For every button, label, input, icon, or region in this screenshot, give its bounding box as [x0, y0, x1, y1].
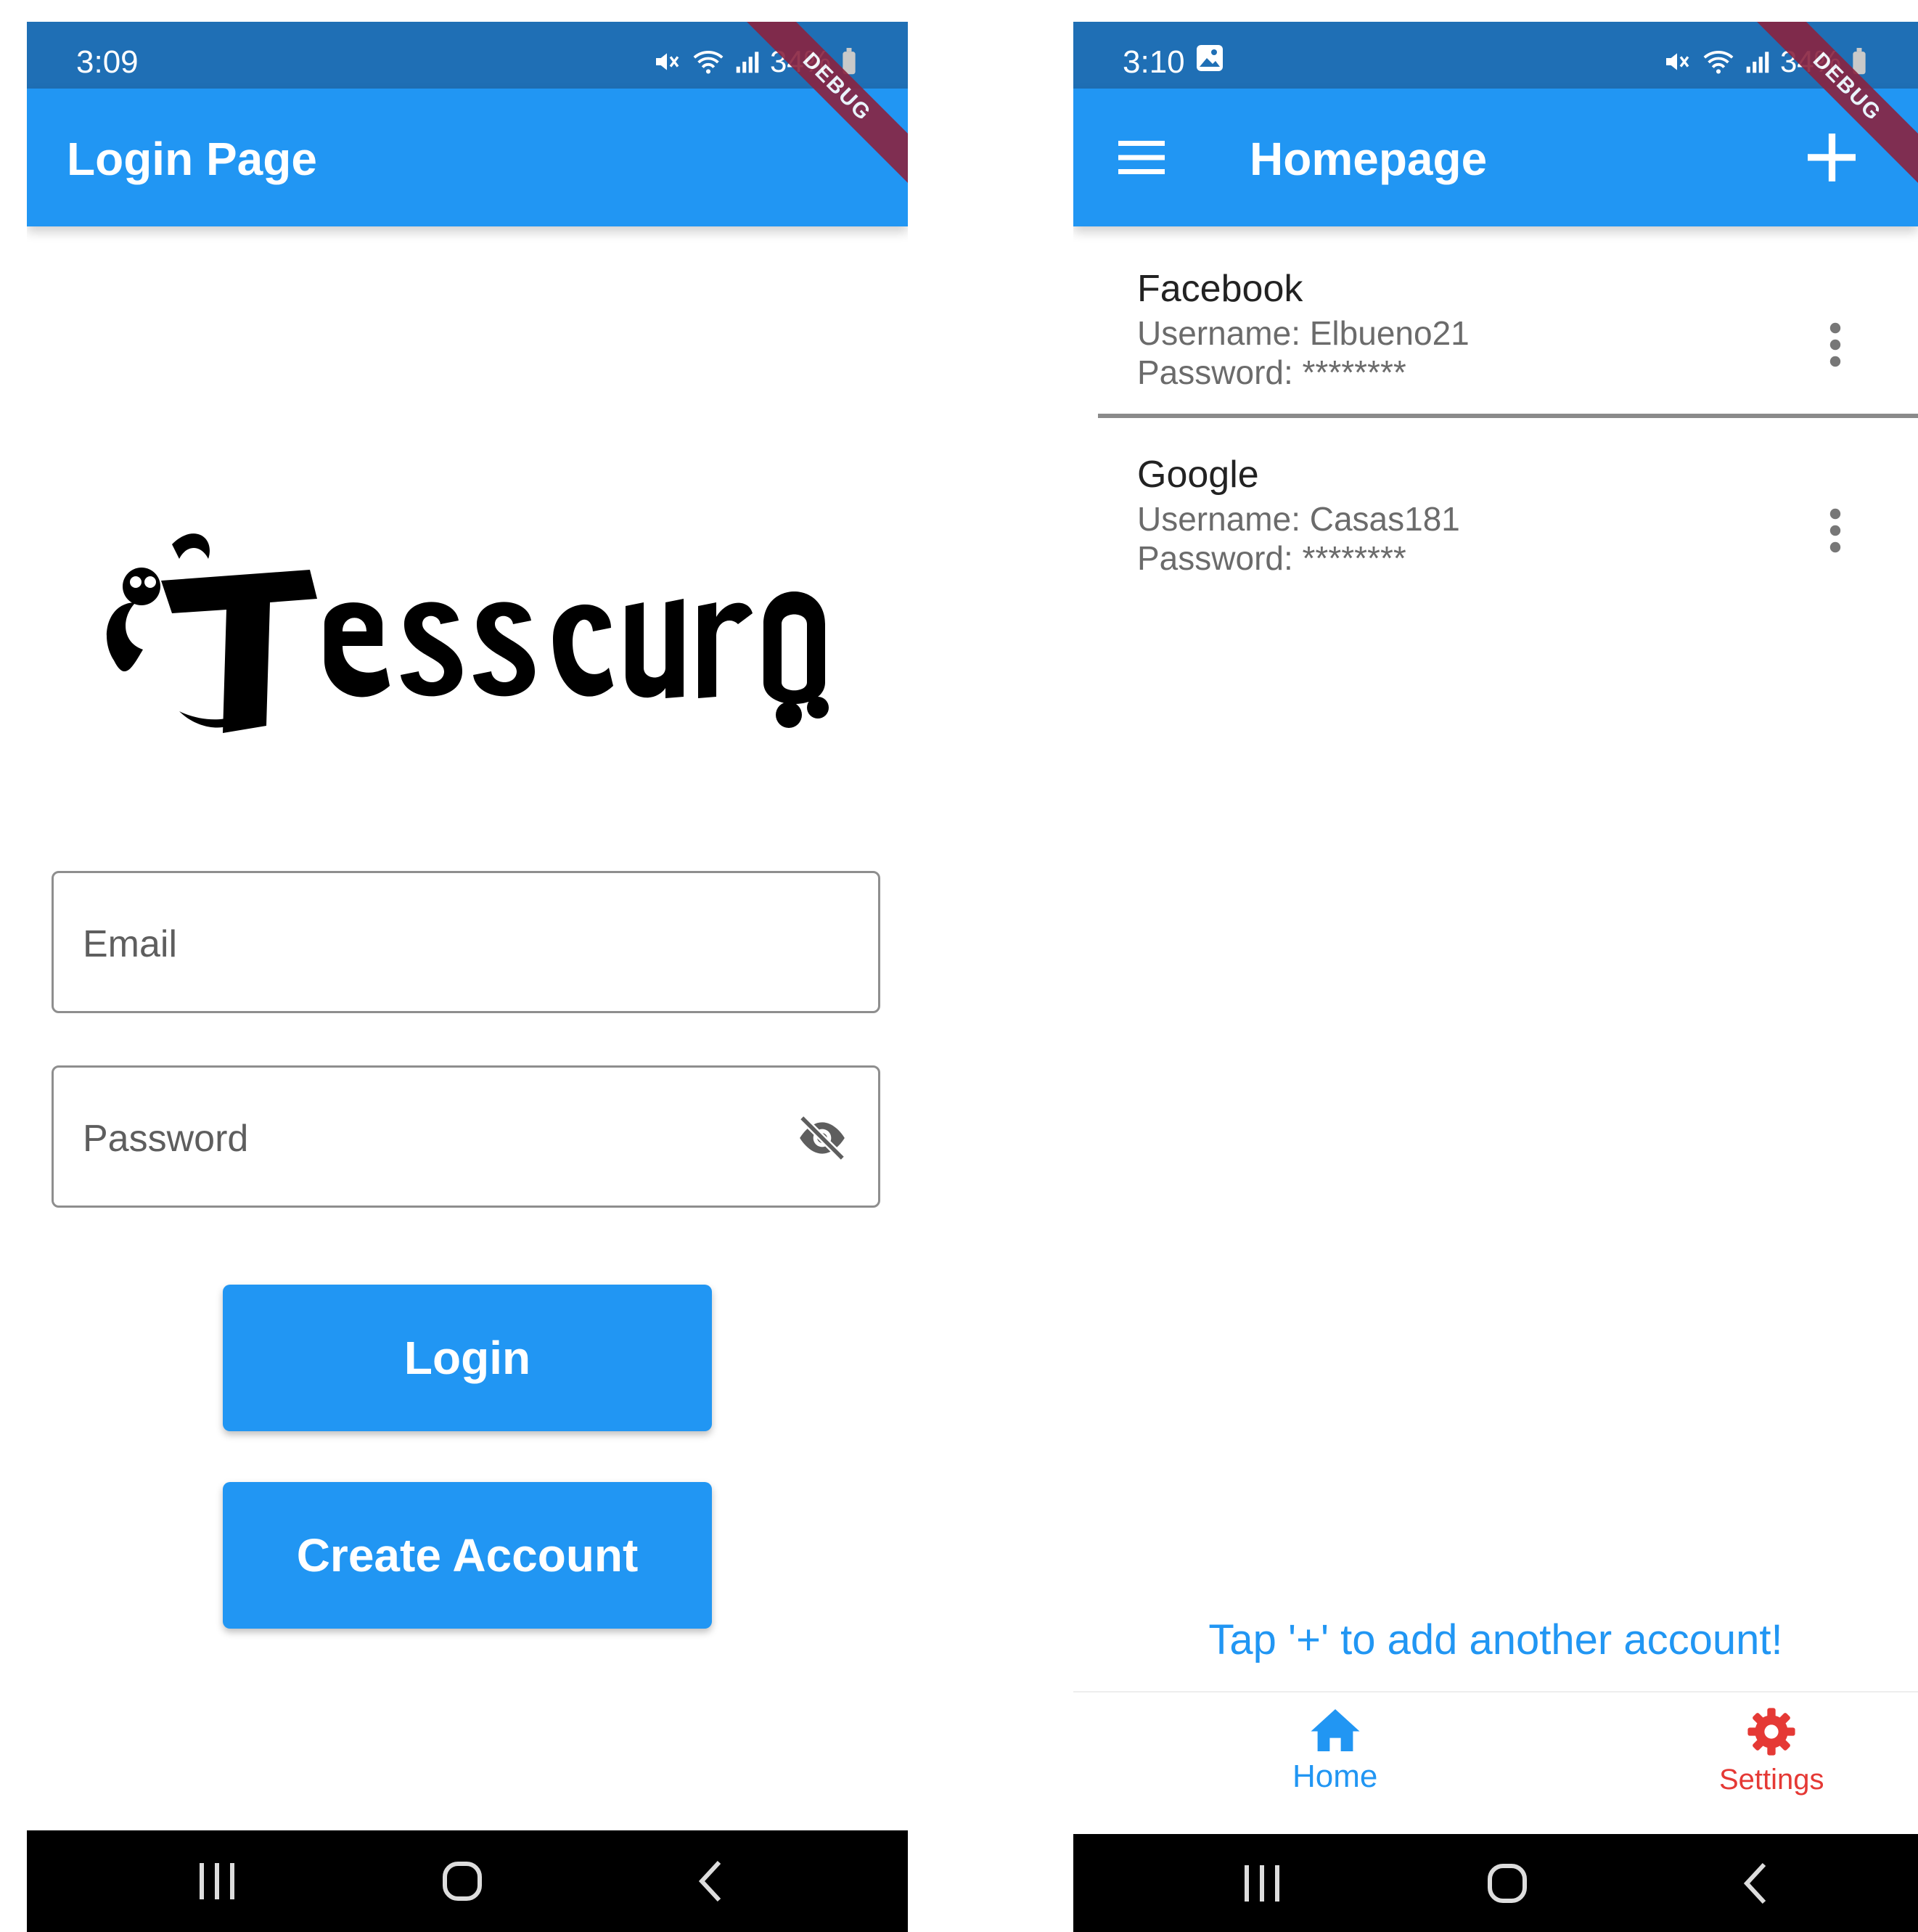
- email-field[interactable]: Email: [52, 871, 880, 1013]
- more-vert-icon: [1829, 322, 1841, 367]
- mute-icon: [655, 53, 679, 70]
- home-screen: 3:10 34% Homepage DEBUG Facebook Usernam…: [1073, 22, 1918, 1932]
- nav-settings-label: Settings: [1719, 1764, 1824, 1796]
- add-account-hint: Tap '+' to add another account!: [1208, 1616, 1783, 1663]
- account-entry[interactable]: Facebook Username: Elbueno21 Password: *…: [1073, 247, 1918, 432]
- recents-icon[interactable]: [1242, 1865, 1282, 1902]
- entry-divider: [1098, 414, 1918, 418]
- signal-icon: [736, 52, 759, 73]
- system-nav-bar: [27, 1830, 908, 1932]
- bottom-navigation: Home Settings: [1073, 1691, 1918, 1830]
- signal-icon: [1746, 52, 1769, 73]
- mute-icon: [1665, 53, 1689, 70]
- page-title: Homepage: [1250, 133, 1488, 185]
- home-nav-icon[interactable]: [442, 1861, 483, 1902]
- nav-home-label: Home: [1292, 1759, 1378, 1794]
- wifi-icon: [1703, 51, 1734, 74]
- status-bar: 3:09 34%: [27, 22, 908, 89]
- status-icons: 34%: [1663, 44, 1867, 80]
- status-time: 3:10: [1123, 44, 1185, 80]
- image-notification-icon: [1197, 45, 1223, 71]
- email-placeholder: Email: [83, 923, 178, 965]
- system-nav-bar: [1073, 1834, 1918, 1932]
- account-password: Password: ********: [1137, 353, 1406, 391]
- login-button[interactable]: Login: [223, 1285, 712, 1431]
- add-icon[interactable]: [1808, 134, 1856, 181]
- account-name: Google: [1137, 454, 1259, 496]
- account-name: Facebook: [1137, 268, 1303, 310]
- back-icon[interactable]: [1742, 1862, 1769, 1905]
- battery-percent: 34%: [1779, 44, 1841, 78]
- back-icon[interactable]: [697, 1859, 724, 1903]
- app-logo: [107, 533, 829, 733]
- page-title: Login Page: [67, 133, 317, 185]
- status-icons: 34%: [652, 44, 857, 80]
- account-entry[interactable]: Google Username: Casas181 Password: ****…: [1073, 433, 1918, 618]
- create-account-button[interactable]: Create Account: [223, 1482, 712, 1629]
- more-vert-icon: [1829, 508, 1841, 553]
- nav-home[interactable]: Home: [1292, 1707, 1377, 1796]
- nav-settings[interactable]: Settings: [1719, 1707, 1824, 1798]
- status-time: 3:09: [76, 44, 139, 80]
- menu-icon[interactable]: [1118, 139, 1165, 176]
- recents-icon[interactable]: [197, 1863, 237, 1899]
- battery-icon: [1853, 48, 1866, 75]
- account-password: Password: ********: [1137, 539, 1406, 577]
- app-bar: Login Page: [27, 89, 908, 226]
- wifi-icon: [693, 51, 724, 74]
- login-screen: 3:09 34% Login Page DEBUG Email Password…: [27, 22, 908, 1932]
- account-username: Username: Casas181: [1137, 500, 1460, 538]
- app-bar: Homepage: [1073, 89, 1918, 226]
- more-options-button[interactable]: [1814, 491, 1857, 570]
- password-placeholder: Password: [83, 1118, 249, 1160]
- more-options-button[interactable]: [1814, 305, 1857, 385]
- status-bar: 3:10 34%: [1073, 22, 1918, 89]
- home-icon: [1311, 1709, 1360, 1751]
- battery-percent: 34%: [769, 44, 831, 78]
- settings-gear-icon: [1747, 1708, 1795, 1756]
- visibility-off-icon[interactable]: [795, 1116, 849, 1161]
- battery-icon: [843, 48, 856, 75]
- password-field[interactable]: Password: [52, 1065, 880, 1208]
- account-username: Username: Elbueno21: [1137, 314, 1470, 352]
- home-nav-icon[interactable]: [1487, 1863, 1528, 1904]
